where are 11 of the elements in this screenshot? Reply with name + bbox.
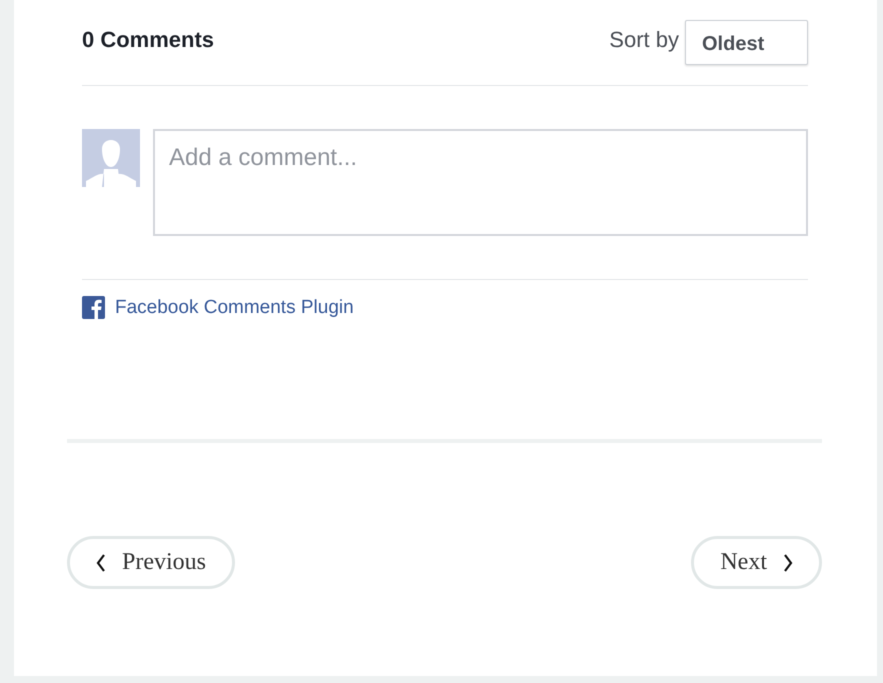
comment-count: 0 Comments	[82, 26, 214, 52]
facebook-icon	[82, 296, 105, 319]
previous-button[interactable]: Previous	[67, 536, 235, 589]
comment-input[interactable]: Add a comment...	[153, 129, 808, 236]
plugin-link[interactable]: Facebook Comments Plugin	[115, 296, 354, 318]
chevron-left-icon	[96, 554, 106, 572]
sort-label: Sort by	[609, 26, 679, 52]
next-button[interactable]: Next	[691, 536, 822, 589]
sort-dropdown[interactable]: Oldest	[685, 20, 808, 65]
avatar-icon	[82, 129, 140, 187]
chevron-right-icon	[783, 554, 793, 572]
